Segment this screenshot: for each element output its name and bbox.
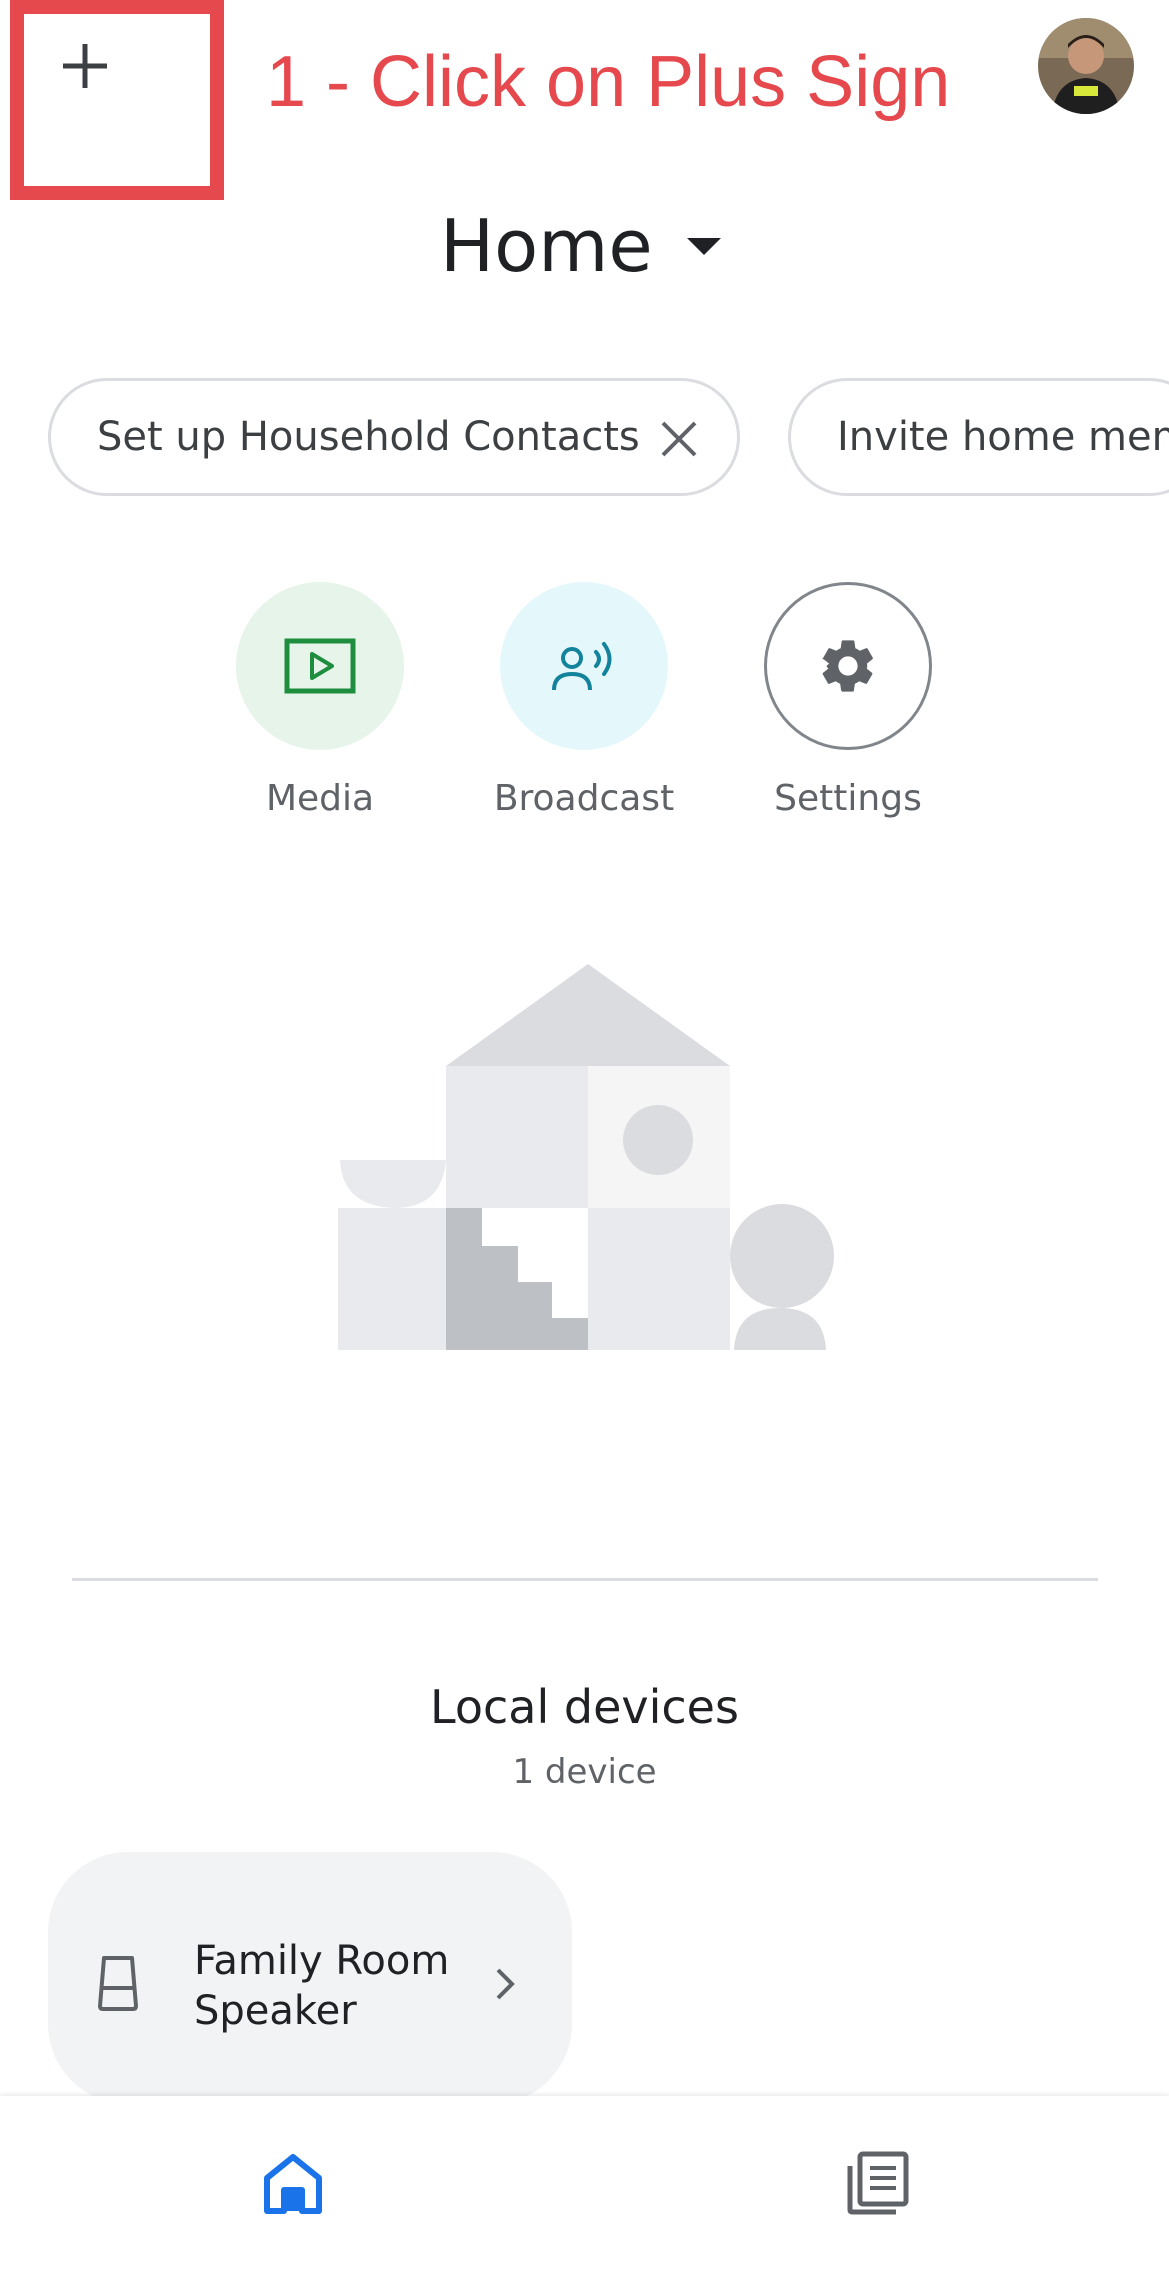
empty-home-illustration	[338, 964, 834, 1350]
local-devices-title: Local devices	[430, 1680, 739, 1734]
chip-household-contacts[interactable]: Set up Household Contacts	[48, 378, 740, 496]
plus-icon	[63, 44, 107, 88]
media-circle[interactable]	[236, 582, 404, 750]
media-button[interactable]: Media	[200, 582, 440, 819]
user-avatar	[1038, 18, 1134, 114]
broadcast-button[interactable]: Broadcast	[464, 582, 704, 819]
add-button[interactable]	[50, 30, 120, 100]
broadcast-label: Broadcast	[493, 778, 675, 819]
media-play-icon	[284, 638, 356, 694]
home-selector[interactable]: Home	[440, 196, 721, 296]
feed-icon[interactable]	[846, 2150, 910, 2216]
gear-icon	[822, 640, 873, 692]
caret-down-icon	[686, 237, 721, 255]
home-title: Home	[440, 204, 653, 288]
divider	[72, 1578, 1098, 1581]
settings-circle[interactable]	[764, 582, 932, 750]
media-label: Media	[265, 778, 375, 819]
chevron-right-icon	[496, 1968, 515, 2000]
home-icon[interactable]	[262, 2152, 324, 2216]
settings-label: Settings	[774, 778, 922, 819]
avatar[interactable]	[1038, 18, 1134, 114]
device-name: Family Room Speaker	[194, 1938, 450, 2034]
annotation-text: 1 - Click on Plus Sign	[266, 42, 951, 122]
chip-label: Set up Household Contacts	[97, 414, 640, 460]
broadcast-icon	[552, 642, 612, 691]
speaker-icon	[98, 1956, 138, 2011]
settings-button[interactable]: Settings	[728, 582, 968, 819]
close-icon[interactable]	[657, 417, 701, 461]
chip-invite-home-members[interactable]: Invite home mem	[788, 378, 1169, 496]
chip-label: Invite home mem	[837, 414, 1169, 460]
local-devices-count: 1 device	[512, 1752, 657, 1792]
broadcast-circle[interactable]	[500, 582, 668, 750]
device-card[interactable]: Family Room Speaker	[48, 1852, 572, 2104]
bottom-navigation	[0, 2096, 1169, 2294]
